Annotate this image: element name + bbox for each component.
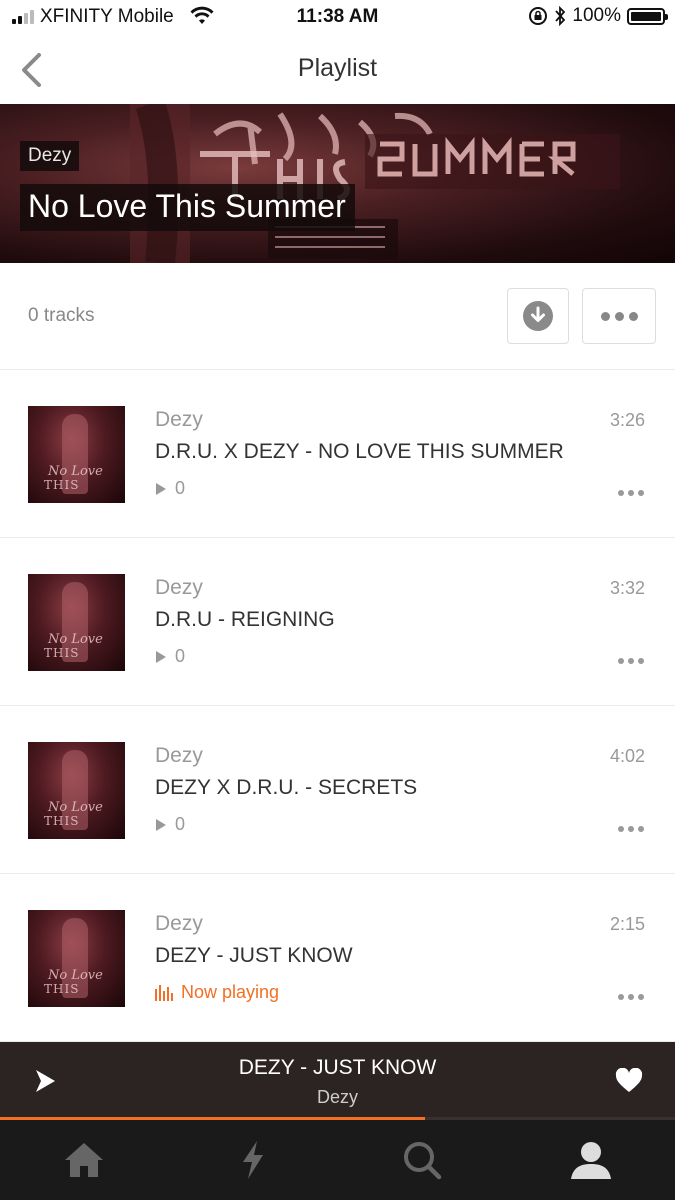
track-more-icon[interactable]	[618, 658, 644, 664]
track-row[interactable]: No Love THIS Dezy D.R.U. X DEZY - NO LOVE…	[0, 370, 675, 538]
play-count-icon	[156, 482, 166, 495]
track-artwork: No Love THIS	[28, 406, 125, 503]
rotation-lock-icon	[529, 7, 548, 25]
tab-home[interactable]	[0, 1120, 169, 1200]
stream-icon	[243, 1141, 264, 1179]
track-artist: Dezy	[155, 912, 203, 935]
tab-profile[interactable]	[506, 1120, 675, 1200]
play-count-icon	[156, 818, 166, 831]
track-duration: 2:15	[609, 914, 645, 934]
track-artwork: No Love THIS	[28, 910, 125, 1007]
now-playing-artist: Dezy	[316, 1087, 358, 1107]
play-count: 0	[155, 478, 185, 499]
track-title: DEZY - JUST KNOW	[155, 944, 353, 967]
playlist-title: No Love This Summer	[20, 184, 355, 231]
track-artist: Dezy	[155, 576, 203, 599]
battery-percent: 100%	[572, 5, 621, 26]
search-icon	[403, 1142, 442, 1180]
play-count: 0	[155, 646, 185, 667]
track-row[interactable]: No Love THIS Dezy D.R.U - REIGNING 3:32 0	[0, 538, 675, 706]
download-icon	[523, 301, 553, 331]
track-count: 0 tracks	[28, 305, 95, 326]
now-playing-title: DEZY - JUST KNOW	[238, 1056, 437, 1079]
track-title: DEZY X D.R.U. - SECRETS	[155, 776, 418, 799]
track-row[interactable]: No Love THIS Dezy DEZY X D.R.U. - SECRETS…	[0, 706, 675, 874]
tab-bar	[0, 1120, 675, 1200]
download-button[interactable]	[507, 288, 569, 344]
more-dots-icon	[600, 311, 638, 321]
home-icon	[65, 1143, 104, 1177]
now-playing-label: Now playing	[181, 982, 280, 1002]
nav-bar: Playlist	[0, 34, 675, 104]
track-duration: 3:26	[609, 410, 645, 430]
tab-stream[interactable]	[169, 1120, 338, 1200]
page-title: Playlist	[297, 54, 378, 82]
playlist-meta-row: 0 tracks	[0, 263, 675, 370]
play-count-value: 0	[175, 646, 186, 666]
track-duration: 3:32	[609, 578, 645, 598]
track-more-icon[interactable]	[618, 994, 644, 1000]
bluetooth-icon	[555, 6, 566, 26]
track-artist: Dezy	[155, 408, 203, 431]
playlist-artist[interactable]: Dezy	[20, 141, 80, 171]
status-bar: XFINITY Mobile 11:38 AM 100%	[0, 0, 675, 34]
track-duration: 4:02	[609, 746, 645, 766]
playlist-header-artwork: Dezy No Love This Summer	[0, 104, 675, 263]
battery-icon	[627, 7, 668, 25]
track-title: D.R.U - REIGNING	[155, 608, 335, 631]
tab-search[interactable]	[338, 1120, 507, 1200]
track-artwork: No Love THIS	[28, 742, 125, 839]
more-options-button[interactable]	[582, 288, 656, 344]
mini-player[interactable]: DEZY - JUST KNOW Dezy	[0, 1042, 675, 1120]
play-count-icon	[156, 650, 166, 663]
track-row-now-playing[interactable]: No Love THIS Dezy DEZY - JUST KNOW 2:15 N…	[0, 874, 675, 1042]
now-playing-indicator: Now playing	[155, 982, 279, 1003]
play-count: 0	[155, 814, 185, 835]
track-artist: Dezy	[155, 744, 203, 767]
profile-icon	[570, 1142, 611, 1179]
track-more-icon[interactable]	[618, 826, 644, 832]
play-count-value: 0	[175, 814, 186, 834]
equalizer-icon	[155, 984, 173, 1001]
track-more-icon[interactable]	[618, 490, 644, 496]
play-count-value: 0	[175, 478, 186, 498]
track-artwork: No Love THIS	[28, 574, 125, 671]
like-heart-icon[interactable]	[615, 1068, 643, 1094]
track-title: D.R.U. X DEZY - NO LOVE THIS SUMMER	[155, 440, 564, 463]
